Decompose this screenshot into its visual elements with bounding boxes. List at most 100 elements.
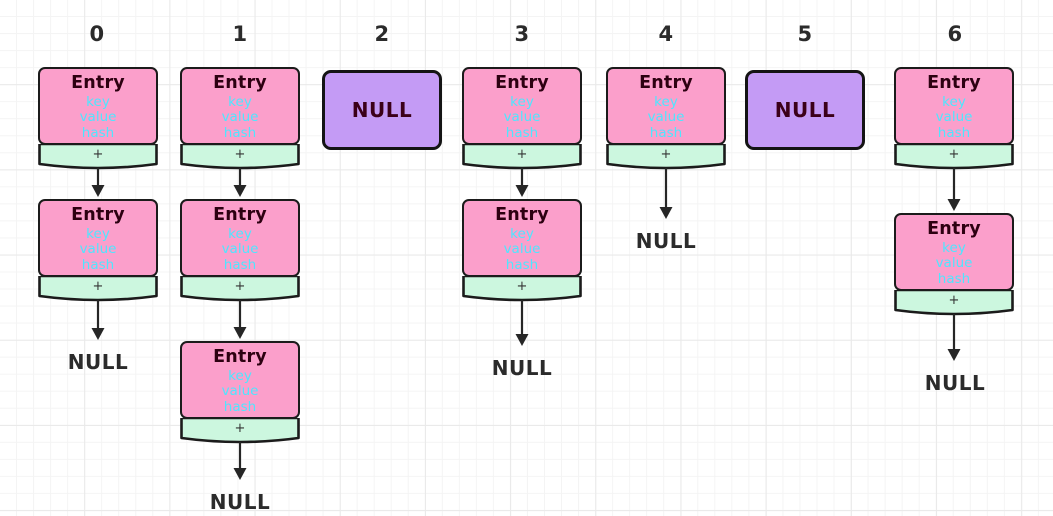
entry-fields: key value hash — [896, 239, 1012, 289]
entry-next-pointer-bar: + — [462, 144, 582, 170]
null-terminal-label: NULL — [924, 371, 986, 395]
entry-field-hash: hash — [505, 125, 539, 142]
entry-title: Entry — [927, 219, 981, 239]
entry-fields: key value hash — [40, 225, 156, 275]
entry-title: Entry — [71, 205, 125, 225]
chain-arrow — [944, 314, 964, 361]
entry-fields: key value hash — [896, 93, 1012, 143]
entry-node: Entry key value hash + — [180, 199, 300, 302]
entry-title: Entry — [495, 205, 549, 225]
entry-box: Entry key value hash — [38, 67, 158, 145]
entry-field-key: key — [654, 93, 678, 110]
column-header-0: 0 — [89, 22, 105, 46]
entry-next-pointer-bar: + — [180, 276, 300, 302]
entry-field-hash: hash — [223, 257, 257, 274]
entry-node: Entry key value hash + — [462, 67, 582, 170]
chain-arrow — [944, 168, 964, 211]
chain-arrow — [88, 300, 108, 340]
chain-arrow — [230, 300, 250, 339]
entry-field-value: value — [647, 109, 685, 126]
column-header-1: 1 — [232, 22, 248, 46]
entry-next-pointer-bar: + — [462, 276, 582, 302]
null-terminal-label: NULL — [67, 350, 129, 374]
entry-box: Entry key value hash — [462, 199, 582, 277]
entry-field-value: value — [221, 383, 259, 400]
entry-field-key: key — [510, 93, 534, 110]
entry-node: Entry key value hash + — [38, 199, 158, 302]
entry-field-value: value — [935, 255, 973, 272]
null-terminal-label: NULL — [491, 356, 553, 380]
entry-node: Entry key value hash + — [38, 67, 158, 170]
entry-box: Entry key value hash — [894, 67, 1014, 145]
entry-field-key: key — [228, 93, 252, 110]
entry-field-value: value — [935, 109, 973, 126]
entry-fields: key value hash — [464, 225, 580, 275]
entry-field-key: key — [228, 367, 252, 384]
entry-box: Entry key value hash — [462, 67, 582, 145]
entry-field-value: value — [503, 241, 541, 258]
entry-field-hash: hash — [223, 399, 257, 416]
chain-arrow — [230, 168, 250, 197]
entry-box: Entry key value hash — [180, 67, 300, 145]
entry-field-hash: hash — [937, 125, 971, 142]
entry-box: Entry key value hash — [894, 213, 1014, 291]
entry-fields: key value hash — [608, 93, 724, 143]
entry-field-key: key — [86, 225, 110, 242]
entry-node: Entry key value hash + — [180, 341, 300, 444]
entry-fields: key value hash — [182, 225, 298, 275]
entry-field-value: value — [503, 109, 541, 126]
entry-fields: key value hash — [40, 93, 156, 143]
entry-next-pointer-bar: + — [606, 144, 726, 170]
entry-title: Entry — [495, 73, 549, 93]
entry-box: Entry key value hash — [606, 67, 726, 145]
column-header-2: 2 — [374, 22, 390, 46]
entry-box: Entry key value hash — [38, 199, 158, 277]
entry-node: Entry key value hash + — [894, 213, 1014, 316]
null-terminal-label: NULL — [209, 490, 271, 514]
entry-node: Entry key value hash + — [462, 199, 582, 302]
entry-next-pointer-bar: + — [38, 144, 158, 170]
entry-field-hash: hash — [81, 125, 115, 142]
entry-title: Entry — [927, 73, 981, 93]
entry-field-key: key — [942, 239, 966, 256]
entry-next-pointer-bar: + — [894, 290, 1014, 316]
column-header-5: 5 — [797, 22, 813, 46]
entry-field-key: key — [942, 93, 966, 110]
entry-title: Entry — [213, 73, 267, 93]
entry-next-pointer-bar: + — [180, 144, 300, 170]
entry-next-pointer-bar: + — [180, 418, 300, 444]
column-header-6: 6 — [947, 22, 963, 46]
entry-field-hash: hash — [937, 271, 971, 288]
column-header-3: 3 — [514, 22, 530, 46]
entry-field-value: value — [221, 241, 259, 258]
entry-field-value: value — [79, 241, 117, 258]
chain-arrow — [656, 168, 676, 219]
entry-title: Entry — [213, 347, 267, 367]
entry-fields: key value hash — [464, 93, 580, 143]
null-terminal-label: NULL — [635, 229, 697, 253]
null-bucket-box: NULL — [745, 70, 865, 150]
entry-field-hash: hash — [223, 125, 257, 142]
chain-arrow — [88, 168, 108, 197]
entry-field-value: value — [221, 109, 259, 126]
entry-next-pointer-bar: + — [38, 276, 158, 302]
entry-field-key: key — [510, 225, 534, 242]
entry-fields: key value hash — [182, 93, 298, 143]
entry-box: Entry key value hash — [180, 341, 300, 419]
entry-field-key: key — [228, 225, 252, 242]
chain-arrow — [512, 300, 532, 346]
entry-node: Entry key value hash + — [894, 67, 1014, 170]
entry-field-key: key — [86, 93, 110, 110]
entry-title: Entry — [213, 205, 267, 225]
entry-box: Entry key value hash — [180, 199, 300, 277]
entry-fields: key value hash — [182, 367, 298, 417]
chain-arrow — [230, 442, 250, 480]
entry-node: Entry key value hash + — [606, 67, 726, 170]
entry-node: Entry key value hash + — [180, 67, 300, 170]
entry-field-hash: hash — [649, 125, 683, 142]
entry-field-hash: hash — [81, 257, 115, 274]
entry-title: Entry — [639, 73, 693, 93]
column-header-4: 4 — [658, 22, 674, 46]
entry-title: Entry — [71, 73, 125, 93]
null-bucket-box: NULL — [322, 70, 442, 150]
